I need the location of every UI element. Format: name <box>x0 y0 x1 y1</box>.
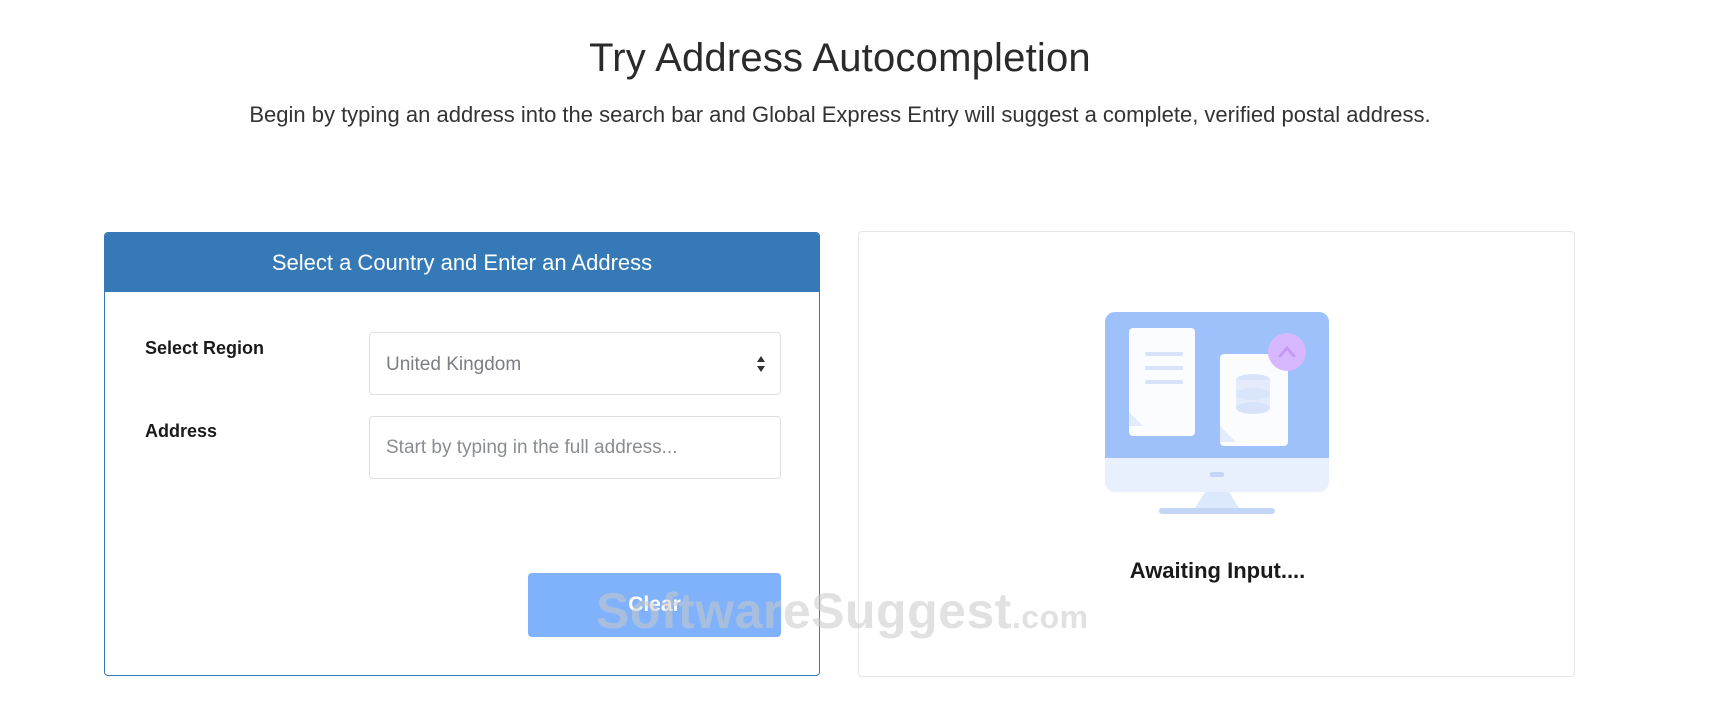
address-form-card: Select a Country and Enter an Address Se… <box>104 232 820 676</box>
address-label: Address <box>145 421 218 441</box>
page-subtitle: Begin by typing an address into the sear… <box>249 102 1431 127</box>
awaiting-input-status: Awaiting Input.... <box>1129 558 1306 583</box>
monitor-with-documents-icon <box>1105 312 1329 514</box>
clear-button[interactable]: Clear <box>528 573 781 637</box>
region-label: Select Region <box>145 338 265 358</box>
result-card: Awaiting Input.... <box>858 231 1575 677</box>
select-arrows-icon <box>757 356 765 372</box>
page: Try Address Autocompletion Begin by typi… <box>0 0 1733 705</box>
address-input[interactable] <box>369 416 781 479</box>
page-title: Try Address Autocompletion <box>589 36 1091 80</box>
region-select-value: United Kingdom <box>386 354 522 375</box>
region-select[interactable]: United Kingdom <box>369 332 781 395</box>
form-card-header: Select a Country and Enter an Address <box>105 233 819 292</box>
